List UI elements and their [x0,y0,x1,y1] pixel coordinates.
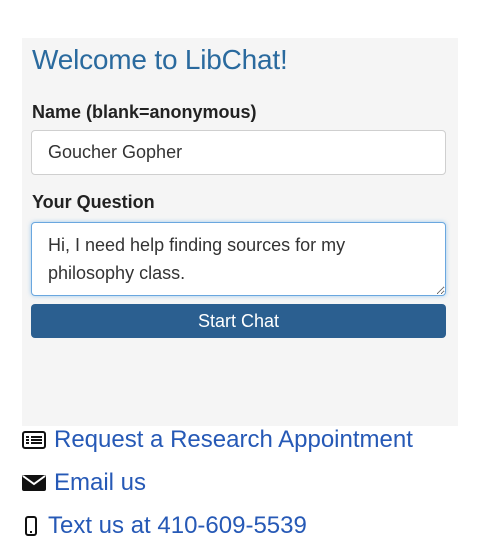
mobile-phone-icon [24,516,38,536]
start-chat-button[interactable]: Start Chat [31,304,446,338]
email-us-label: Email us [54,469,147,496]
envelope-icon [22,474,46,492]
text-us-label: Text us at 410-609-5539 [48,512,307,539]
chat-title: Welcome to LibChat! [32,44,288,75]
question-label: Your Question [32,192,155,212]
name-label: Name (blank=anonymous) [32,102,257,122]
request-appointment-label: Request a Research Appointment [54,426,413,453]
libchat-panel: Welcome to LibChat! Name (blank=anonymou… [22,38,458,426]
name-input[interactable] [31,130,446,175]
newspaper-icon [22,431,46,449]
request-appointment-link[interactable]: Request a Research Appointment [22,424,413,456]
question-textarea[interactable]: Hi, I need help finding sources for my p… [31,222,446,296]
text-us-link[interactable]: Text us at 410-609-5539 [22,510,307,542]
email-us-link[interactable]: Email us [22,467,146,499]
